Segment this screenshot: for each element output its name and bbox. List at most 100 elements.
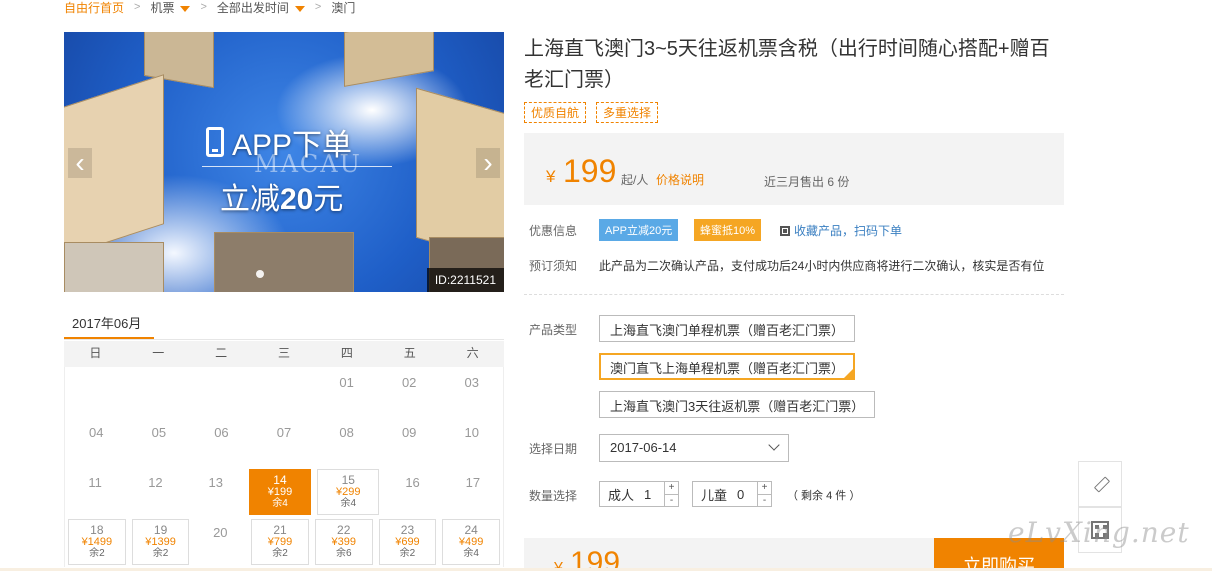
weekday-label: 日 xyxy=(89,346,102,360)
app-discount-badge: APP立减20元 xyxy=(599,219,679,241)
calendar-day-available[interactable]: 18 ¥1499 余2 xyxy=(68,519,126,565)
product-tag: 多重选择 xyxy=(596,102,659,123)
breadcrumb-separator-icon: > xyxy=(314,1,322,13)
price-box: ¥ 199 起/人 价格说明 近三月售出 6 份 xyxy=(524,133,1064,205)
calendar-day-number: 11 xyxy=(88,475,102,490)
breadcrumb-separator-icon: > xyxy=(134,1,141,13)
calendar-day-number: 08 xyxy=(339,425,354,440)
calendar-day: 09 xyxy=(378,417,441,467)
chevron-right-icon[interactable]: › xyxy=(476,148,500,178)
price-explanation-link[interactable]: 价格说明 xyxy=(656,171,704,188)
calendar-day: 12 xyxy=(125,467,185,517)
calendar-month-tab[interactable]: 2017年06月 xyxy=(64,310,154,340)
weekday-label: 一 xyxy=(152,346,165,360)
calendar-divider xyxy=(64,339,504,340)
adult-quantity-stepper[interactable]: 成人 1 + - xyxy=(599,481,679,507)
calendar-day: 01 xyxy=(315,367,378,417)
calendar-day-number: 17 xyxy=(465,475,481,490)
adult-plus-button[interactable]: + xyxy=(665,482,678,495)
child-value[interactable]: 0 xyxy=(727,487,751,502)
weekday-label: 六 xyxy=(466,346,479,360)
carousel-dot[interactable] xyxy=(256,270,264,278)
calendar-day xyxy=(65,367,128,417)
currency-symbol: ¥ xyxy=(546,167,556,186)
chevron-left-icon[interactable]: ‹ xyxy=(68,148,92,178)
banner-divider xyxy=(202,166,392,167)
calendar-day: 05 xyxy=(128,417,191,467)
calendar-day-number: 09 xyxy=(401,425,417,440)
calendar-day-number: 07 xyxy=(276,425,292,440)
calendar-day: 06 xyxy=(190,417,253,467)
calendar-day-available[interactable]: 24 ¥499 余4 xyxy=(442,519,501,565)
product-title: 上海直飞澳门3~5天往返机票含税（出行时间随心搭配+赠百老汇门票） xyxy=(524,38,1050,91)
calendar-week-row: 01 02 03 xyxy=(65,367,503,417)
calendar-day: 04 xyxy=(65,417,128,467)
calendar-day-stock: 余4 xyxy=(463,548,479,559)
price-per-person: 起/人 xyxy=(621,173,649,187)
calendar-day: 08 xyxy=(315,417,378,467)
adult-value[interactable]: 1 xyxy=(634,487,658,502)
dropdown-triangle-icon xyxy=(294,5,305,12)
calendar-day xyxy=(253,367,316,417)
child-plus-button[interactable]: + xyxy=(758,482,771,495)
calendar-day-available[interactable]: 21 ¥799 余2 xyxy=(251,519,309,565)
calendar-day-number: 03 xyxy=(464,375,479,390)
calendar-day-number: 24 xyxy=(464,523,478,537)
calendar-weekday-header: 日一二三四五六 xyxy=(64,341,504,367)
calendar-day-number: 21 xyxy=(273,523,287,537)
calendar-day-number: 05 xyxy=(151,425,167,440)
breadcrumb-departure-time[interactable]: 全部出发时间 xyxy=(217,0,305,16)
calendar-week-row: 18 ¥1499 余2 19 ¥1399 余2 20 21 ¥799 余2 22 ¥399 余6 23 ¥6… xyxy=(65,517,503,567)
bottom-price-bar: ¥ 199 立即购买 xyxy=(524,538,1064,571)
child-stepper-buttons: + - xyxy=(757,482,771,506)
product-type-option-2[interactable]: 澳门直飞上海单程机票（赠百老汇门票） xyxy=(599,353,856,380)
date-select[interactable]: 2017-06-14 xyxy=(599,434,789,462)
banner-app-label: APP下单 xyxy=(232,129,353,162)
calendar-day-stock: 余2 xyxy=(152,548,169,559)
collect-product-link[interactable]: 收藏产品，扫码下单 xyxy=(780,222,902,239)
calendar-day-available[interactable]: 23 ¥699 余2 xyxy=(378,519,437,565)
image-id-label: ID:2211521 xyxy=(426,268,504,292)
calendar-day-price: ¥199 xyxy=(267,486,293,498)
product-tags: 优质自航 多重选择 xyxy=(524,102,659,123)
calendar-day: 03 xyxy=(440,367,503,417)
phone-icon xyxy=(206,127,224,157)
calendar-day-stock: 余4 xyxy=(272,498,288,509)
calendar-day-price: ¥299 xyxy=(336,486,361,498)
breadcrumb-macau[interactable]: 澳门 xyxy=(331,0,355,16)
booking-notice: 此产品为二次确认产品，支付成功后24小时内供应商将进行二次确认，核实是否有位 xyxy=(599,259,1045,273)
calendar-day-available[interactable]: 15 ¥299 余4 xyxy=(317,469,380,515)
product-type-option-1[interactable]: 上海直飞澳门单程机票（赠百老汇门票） xyxy=(599,315,856,342)
product-banner[interactable]: MACAU APP下单 立减20元 ‹ › ID:2211521 xyxy=(64,32,504,292)
breadcrumb-flights[interactable]: 机票 xyxy=(150,0,191,16)
promo-label: 优惠信息 xyxy=(529,224,578,238)
banner-discount-suffix: 元 xyxy=(313,183,344,216)
weekday-label: 三 xyxy=(278,346,291,360)
calendar-day-available[interactable]: 19 ¥1399 余2 xyxy=(131,519,190,565)
child-minus-button[interactable]: - xyxy=(758,495,771,507)
product-type-option-3[interactable]: 上海直飞澳门3天往返机票（赠百老汇门票） xyxy=(599,391,876,418)
calendar-day-available[interactable]: 22 ¥399 余6 xyxy=(314,519,373,565)
calendar-day-price: ¥1499 xyxy=(81,536,113,548)
calendar-day-number: 13 xyxy=(208,475,223,490)
price-amount: 199 xyxy=(563,153,617,189)
calendar-day-number: 06 xyxy=(214,425,229,440)
calendar-day-number: 14 xyxy=(273,473,287,487)
banner-app-text: APP下单 xyxy=(206,120,352,164)
sold-count: 近三月售出 6 份 xyxy=(764,175,850,189)
banner-building xyxy=(64,242,164,292)
calendar-day: 17 xyxy=(443,467,503,517)
breadcrumb-departure-label: 全部出发时间 xyxy=(216,0,289,15)
calendar-day: 02 xyxy=(378,367,441,417)
calendar-day-number: 10 xyxy=(464,425,479,440)
calendar-day-number: 16 xyxy=(405,475,420,490)
child-quantity-stepper[interactable]: 儿童 0 + - xyxy=(692,481,772,507)
calendar-day-available[interactable]: 14 ¥199 余4 xyxy=(248,469,312,515)
adult-minus-button[interactable]: - xyxy=(665,495,678,507)
calendar-week-row: 11 12 13 14 ¥199 余4 15 ¥299 余4 16 17 xyxy=(65,467,503,517)
breadcrumb-home-link[interactable]: 自由行首页 xyxy=(64,0,124,16)
edit-tool-button[interactable] xyxy=(1078,461,1122,507)
breadcrumb: 自由行首页 > 机票 > 全部出发时间 > 澳门 xyxy=(64,0,355,16)
product-type-label: 产品类型 xyxy=(529,323,578,337)
section-divider xyxy=(524,294,1064,295)
